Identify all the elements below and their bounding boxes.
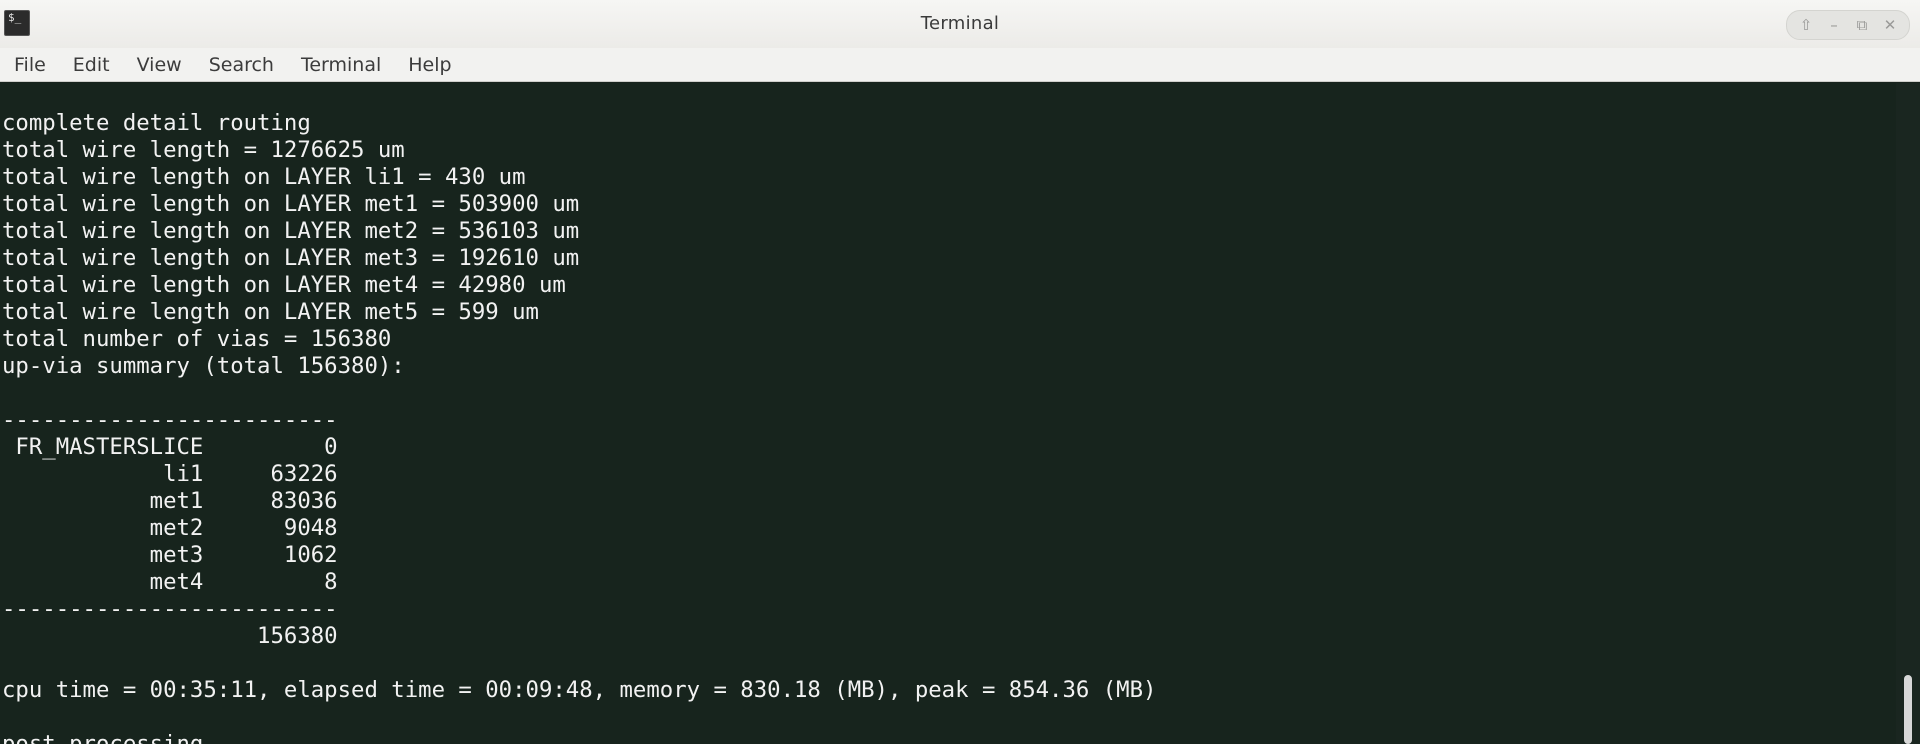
terminal-line: total wire length on LAYER li1 = 430 um [2, 164, 526, 190]
menu-edit[interactable]: Edit [73, 54, 110, 76]
terminal-line: total number of vias = 156380 [2, 326, 392, 352]
terminal-line: FR_MASTERSLICE 0 [2, 434, 338, 460]
keep-above-icon[interactable]: ⇧ [1795, 14, 1817, 36]
menu-file[interactable]: File [14, 54, 46, 76]
terminal-line: total wire length on LAYER met3 = 192610… [2, 245, 580, 271]
terminal-scrollbar[interactable] [1896, 83, 1920, 744]
terminal-window: $_ Terminal ⇧ – ⧉ ✕ File Edit View Searc… [0, 0, 1920, 744]
menu-search[interactable]: Search [209, 54, 274, 76]
terminal-line: total wire length on LAYER met5 = 599 um [2, 299, 539, 325]
menu-help[interactable]: Help [408, 54, 451, 76]
terminal-line: met1 83036 [2, 488, 338, 514]
terminal-line: met2 9048 [2, 515, 338, 541]
window-controls: ⇧ – ⧉ ✕ [1786, 10, 1910, 40]
window-title: Terminal [920, 13, 1000, 34]
terminal-line: up-via summary (total 156380): [2, 353, 405, 379]
terminal-line: li1 63226 [2, 461, 338, 487]
terminal-line: cpu time = 00:35:11, elapsed time = 00:0… [2, 677, 1157, 703]
terminal-line: ------------------------- [2, 407, 338, 433]
terminal-line: total wire length = 1276625 um [2, 137, 405, 163]
maximize-icon[interactable]: ⧉ [1851, 14, 1873, 36]
terminal-line: post processing... [2, 731, 244, 744]
terminal-line: total wire length on LAYER met2 = 536103… [2, 218, 580, 244]
terminal-line: 156380 [2, 623, 338, 649]
scrollbar-thumb[interactable] [1904, 675, 1912, 744]
menu-terminal[interactable]: Terminal [301, 54, 381, 76]
terminal-line: ------------------------- [2, 596, 338, 622]
terminal-line: total wire length on LAYER met4 = 42980 … [2, 272, 566, 298]
close-icon[interactable]: ✕ [1879, 14, 1901, 36]
terminal-line: complete detail routing [2, 110, 311, 136]
menu-bar: File Edit View Search Terminal Help [0, 48, 1920, 82]
menu-view[interactable]: View [137, 54, 182, 76]
terminal-line: total wire length on LAYER met1 = 503900… [2, 191, 580, 217]
terminal-output[interactable]: complete detail routing total wire lengt… [0, 83, 1896, 744]
terminal-lines: complete detail routing total wire lengt… [0, 110, 1156, 744]
terminal-line: met3 1062 [2, 542, 338, 568]
terminal-line: met4 8 [2, 569, 338, 595]
minimize-icon[interactable]: – [1823, 14, 1845, 36]
title-bar[interactable]: $_ Terminal ⇧ – ⧉ ✕ [0, 0, 1920, 49]
